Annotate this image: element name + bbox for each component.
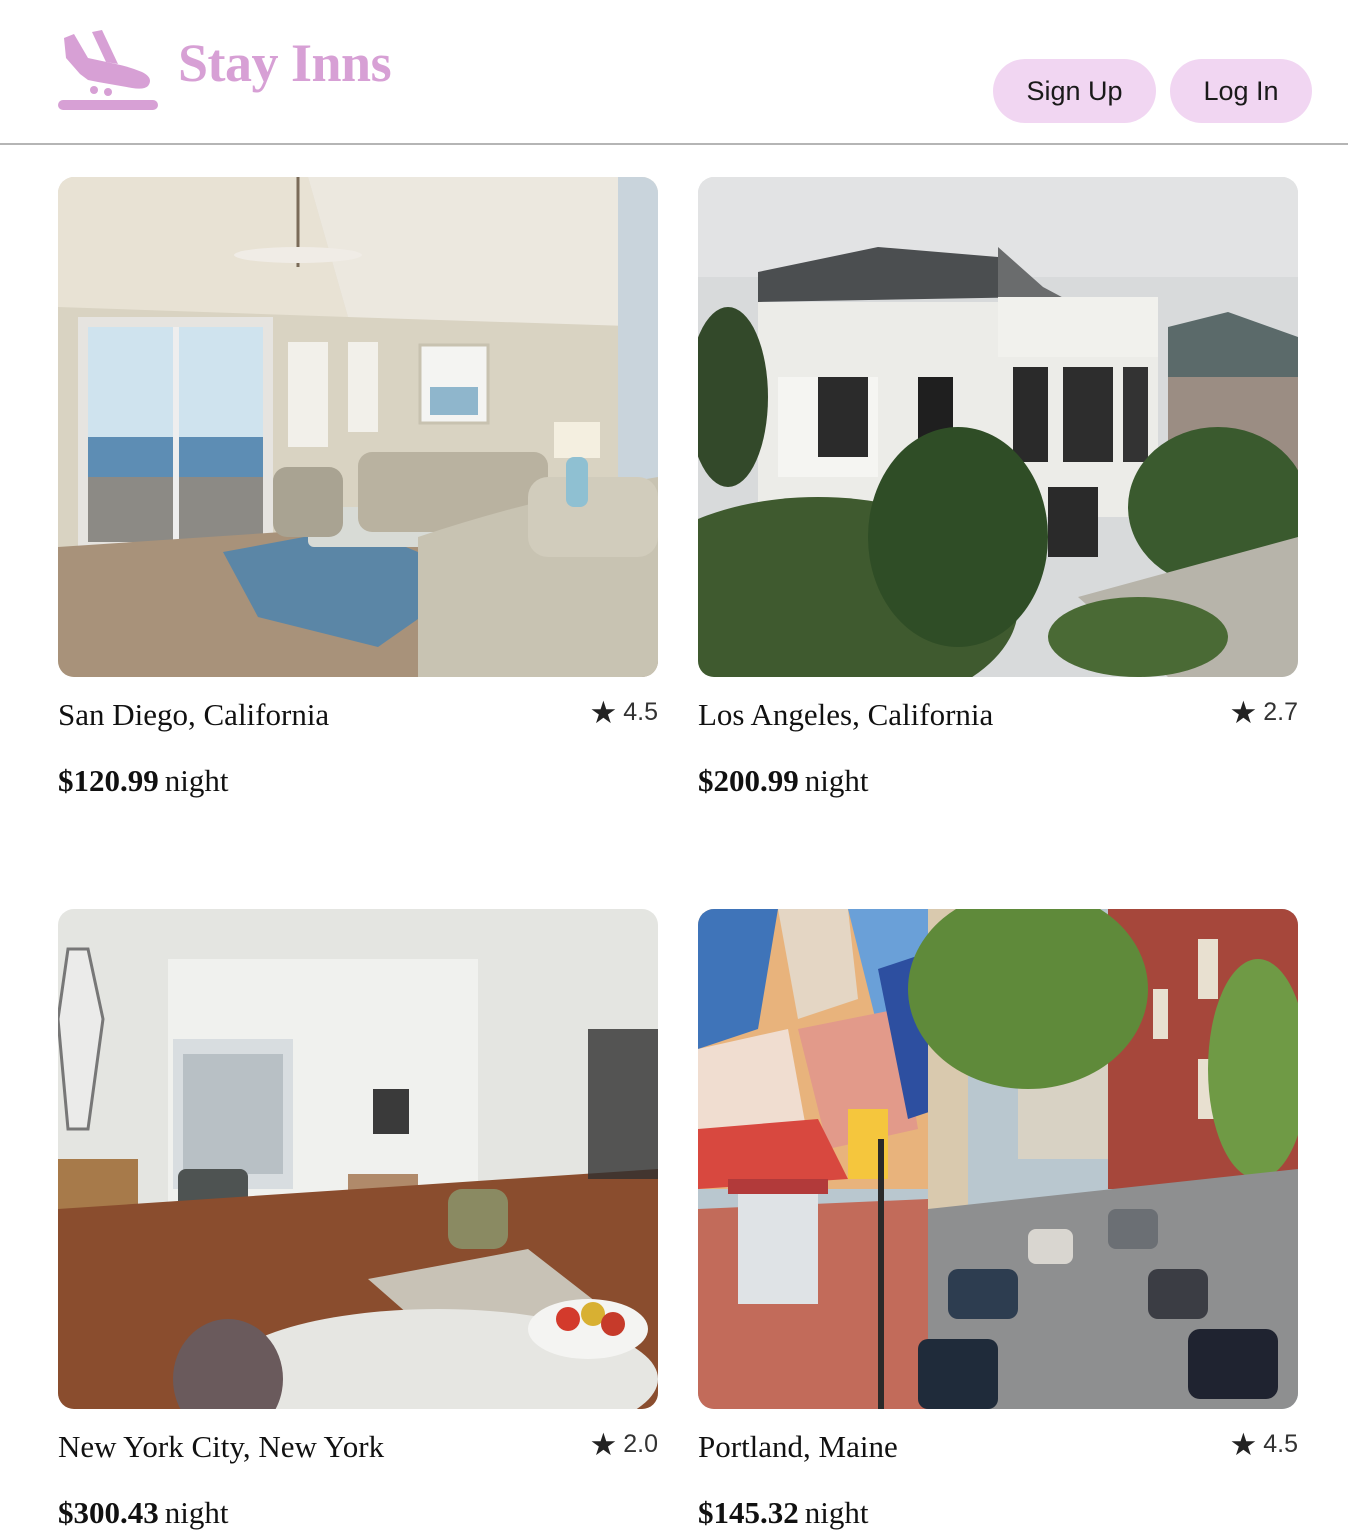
listing-meta: Portland, Maine ★ 4.5: [698, 1429, 1298, 1469]
listing-location: Los Angeles, California: [698, 697, 994, 732]
top-navbar: Stay Inns Sign Up Log In: [0, 0, 1348, 145]
star-icon: ★: [589, 1427, 618, 1462]
star-icon: ★: [1229, 1427, 1258, 1462]
listing-photo[interactable]: [58, 909, 658, 1409]
listing-card[interactable]: Portland, Maine ★ 4.5 $145.32 night: [698, 909, 1298, 1531]
listing-photo[interactable]: [698, 177, 1298, 677]
listing-rating: ★ 4.5: [589, 697, 658, 728]
listing-location: Portland, Maine: [698, 1429, 898, 1464]
listing-rating: ★ 4.5: [1229, 1429, 1298, 1460]
price-unit: night: [164, 763, 229, 798]
rating-value: 2.0: [623, 1430, 658, 1458]
star-icon: ★: [1229, 695, 1258, 730]
listing-price-row: $200.99 night: [698, 763, 1298, 799]
rating-value: 4.5: [623, 698, 658, 726]
listing-card[interactable]: New York City, New York ★ 2.0 $300.43 nig…: [58, 909, 658, 1531]
listing-meta: New York City, New York ★ 2.0: [58, 1429, 658, 1469]
beach-condo-photo: [58, 177, 658, 677]
listings-grid: San Diego, California ★ 4.5 $120.99 night: [58, 177, 1298, 1531]
listing-photo[interactable]: [698, 909, 1298, 1409]
brand-logo[interactable]: Stay Inns: [58, 28, 392, 110]
apartment-photo: [58, 909, 658, 1409]
listing-rating: ★ 2.0: [589, 1429, 658, 1460]
log-in-button[interactable]: Log In: [1170, 59, 1312, 123]
listing-meta: Los Angeles, California ★ 2.7: [698, 697, 1298, 737]
bungalow-photo: [698, 177, 1298, 677]
listing-photo[interactable]: [58, 177, 658, 677]
listing-rating: ★ 2.7: [1229, 697, 1298, 728]
listing-price-row: $300.43 night: [58, 1495, 658, 1531]
listing-price-row: $120.99 night: [58, 763, 658, 799]
listing-price: $200.99: [698, 763, 799, 798]
star-icon: ★: [589, 695, 618, 730]
listing-price: $300.43: [58, 1495, 159, 1530]
airplane-landing-icon: [58, 30, 158, 110]
rating-value: 4.5: [1263, 1430, 1298, 1458]
price-unit: night: [804, 763, 869, 798]
brand-name: Stay Inns: [178, 33, 392, 93]
rating-value: 2.7: [1263, 698, 1298, 726]
listing-location: San Diego, California: [58, 697, 330, 732]
listing-card[interactable]: San Diego, California ★ 4.5 $120.99 night: [58, 177, 658, 799]
sign-up-button[interactable]: Sign Up: [993, 59, 1156, 123]
listing-location: New York City, New York: [58, 1429, 385, 1464]
price-unit: night: [164, 1495, 229, 1530]
listing-price: $120.99: [58, 763, 159, 798]
listing-price: $145.32: [698, 1495, 799, 1530]
city-street-photo: [698, 909, 1298, 1409]
listing-price-row: $145.32 night: [698, 1495, 1298, 1531]
listing-meta: San Diego, California ★ 4.5: [58, 697, 658, 737]
listing-card[interactable]: Los Angeles, California ★ 2.7 $200.99 nig…: [698, 177, 1298, 799]
auth-buttons: Sign Up Log In: [993, 59, 1312, 123]
price-unit: night: [804, 1495, 869, 1530]
